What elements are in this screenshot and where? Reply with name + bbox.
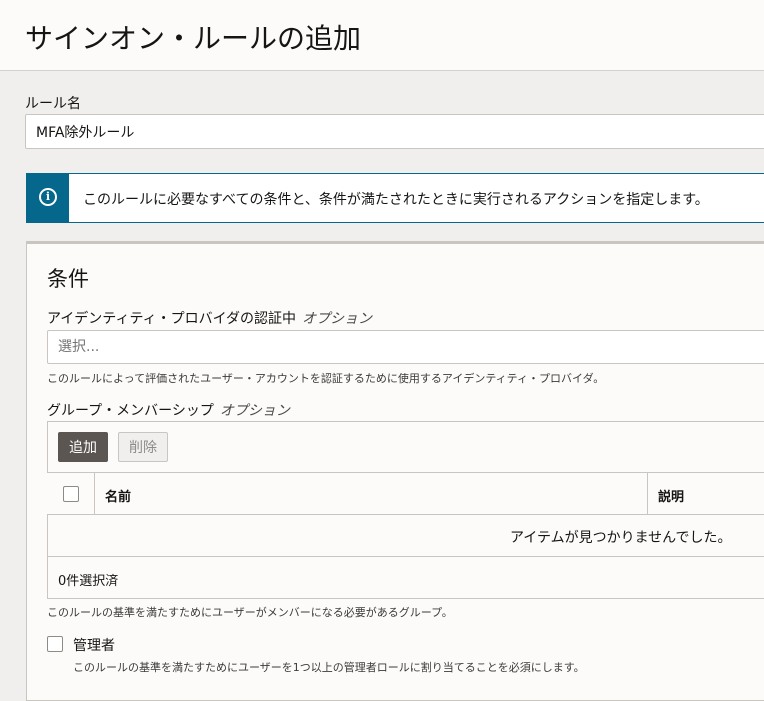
info-icon: i [39, 188, 57, 206]
column-header-name[interactable]: 名前 [105, 486, 131, 505]
group-membership-label: グループ・メンバーシップ オプション [47, 400, 290, 420]
empty-table-message: アイテムが見つかりませんでした。 [510, 530, 732, 546]
group-table-header: 名前 説明 [47, 472, 764, 515]
add-group-button[interactable]: 追加 [58, 432, 108, 462]
select-all-checkbox[interactable] [63, 486, 79, 502]
conditions-title: 条件 [47, 267, 89, 291]
administrator-label: 管理者 [73, 638, 115, 654]
table-footer-divider [47, 556, 764, 557]
administrator-checkbox[interactable] [47, 636, 63, 652]
delete-group-button[interactable]: 削除 [118, 432, 168, 462]
identity-provider-label-text: アイデンティティ・プロバイダの認証中 [47, 311, 297, 327]
identity-provider-optional: オプション [302, 311, 373, 327]
group-membership-optional: オプション [219, 403, 290, 419]
group-membership-label-text: グループ・メンバーシップ [47, 403, 214, 419]
info-banner-icon-box: i [27, 174, 69, 222]
identity-provider-label: アイデンティティ・プロバイダの認証中 オプション [47, 308, 372, 328]
identity-provider-help: このルールによって評価されたユーザー・アカウントを認証するために使用するアイデン… [47, 372, 605, 385]
info-banner-text: このルールに必要なすべての条件と、条件が満たされたときに実行されるアクションを指… [83, 192, 709, 208]
identity-provider-select[interactable] [47, 330, 764, 364]
rule-name-label: ルール名 [25, 96, 81, 112]
column-divider [94, 473, 95, 514]
page-header: サインオン・ルールの追加 [0, 0, 764, 71]
page-title: サインオン・ルールの追加 [25, 22, 362, 55]
rule-name-input[interactable] [25, 114, 764, 149]
info-banner: i このルールに必要なすべての条件と、条件が満たされたときに実行されるアクション… [26, 173, 764, 223]
group-membership-help: このルールの基準を満たすためにユーザーがメンバーになる必要があるグループ。 [47, 606, 453, 619]
column-divider [647, 473, 648, 514]
selected-count: 0件選択済 [58, 574, 119, 589]
column-header-description[interactable]: 説明 [658, 486, 684, 505]
